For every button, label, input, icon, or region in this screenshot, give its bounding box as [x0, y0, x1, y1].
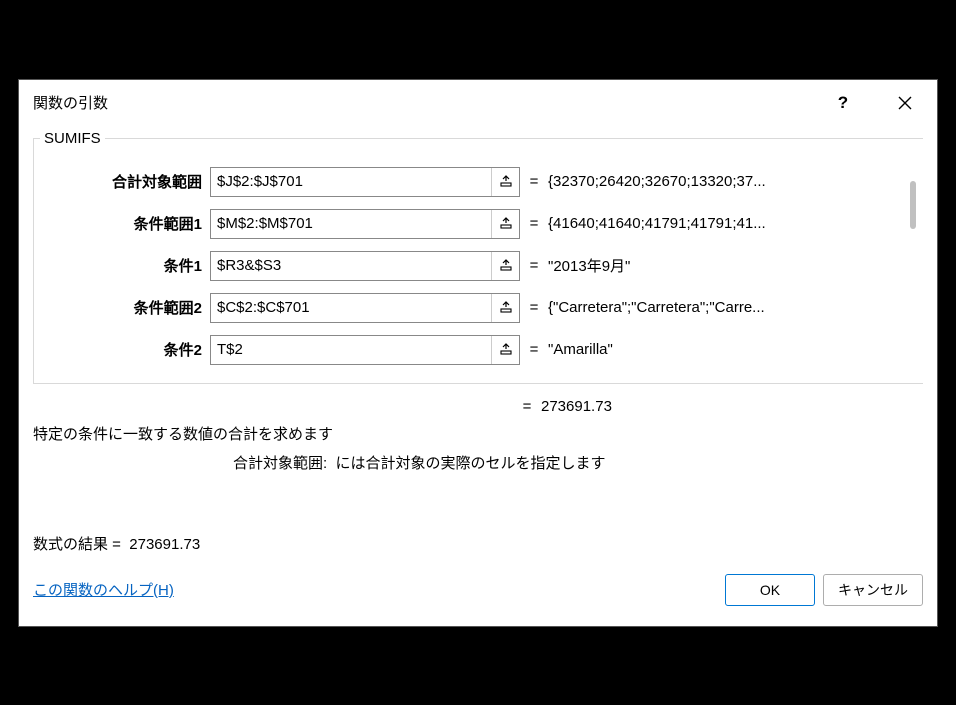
- collapse-dialog-button[interactable]: [491, 294, 519, 322]
- close-button[interactable]: [885, 88, 925, 118]
- criteria1-input[interactable]: [211, 252, 491, 280]
- spacer: [33, 398, 513, 415]
- scrollbar-thumb[interactable]: [910, 181, 916, 229]
- equals-sign: =: [520, 215, 548, 232]
- dialog-body: SUMIFS 合計対象範囲 = {32370;26420;32670;13320…: [19, 126, 937, 626]
- close-icon: [898, 96, 912, 110]
- equals-sign: =: [513, 398, 541, 415]
- arg-input-wrap: [210, 167, 520, 197]
- equals-sign: =: [520, 257, 548, 274]
- criteria-range1-input[interactable]: [211, 210, 491, 238]
- titlebar-buttons: ?: [823, 88, 925, 118]
- arg-row: 合計対象範囲 = {32370;26420;32670;13320;37...: [40, 167, 917, 197]
- overall-result-row: = 273691.73: [33, 398, 923, 415]
- footer-buttons: OK キャンセル: [725, 574, 923, 606]
- collapse-dialog-button[interactable]: [491, 336, 519, 364]
- arg-row: 条件範囲2 = {"Carretera";"Carretera";"Carre.…: [40, 293, 917, 323]
- arg-label: 条件1: [40, 255, 210, 276]
- cancel-button[interactable]: キャンセル: [823, 574, 923, 606]
- function-name: SUMIFS: [40, 130, 105, 147]
- help-button[interactable]: ?: [823, 88, 863, 118]
- criteria2-input[interactable]: [211, 336, 491, 364]
- arg-input-wrap: [210, 251, 520, 281]
- collapse-dialog-button[interactable]: [491, 252, 519, 280]
- function-help-link[interactable]: この関数のヘルプ(H): [33, 579, 174, 600]
- collapse-dialog-button[interactable]: [491, 168, 519, 196]
- dialog-title: 関数の引数: [33, 92, 108, 113]
- arg-label: 条件2: [40, 339, 210, 360]
- sum-range-input[interactable]: [211, 168, 491, 196]
- arg-input-wrap: [210, 335, 520, 365]
- overall-result: 273691.73: [541, 398, 923, 415]
- collapse-icon: [499, 175, 513, 189]
- arg-desc-label: 合計対象範囲:: [233, 455, 327, 472]
- titlebar: 関数の引数 ?: [19, 80, 937, 126]
- collapse-icon: [499, 259, 513, 273]
- function-arguments-dialog: 関数の引数 ? SUMIFS 合計対象範囲 = {32370;26420;326…: [18, 79, 938, 627]
- function-fieldset: SUMIFS 合計対象範囲 = {32370;26420;32670;13320…: [33, 130, 923, 384]
- arg-input-wrap: [210, 293, 520, 323]
- ok-button[interactable]: OK: [725, 574, 815, 606]
- arg-preview: "2013年9月": [548, 255, 917, 276]
- arg-label: 条件範囲2: [40, 297, 210, 318]
- arg-preview: {"Carretera";"Carretera";"Carre...: [548, 299, 917, 316]
- collapse-dialog-button[interactable]: [491, 210, 519, 238]
- collapse-icon: [499, 301, 513, 315]
- collapse-icon: [499, 343, 513, 357]
- args-scrollbar[interactable]: [905, 163, 919, 367]
- arg-row: 条件範囲1 = {41640;41640;41791;41791;41...: [40, 209, 917, 239]
- criteria-range2-input[interactable]: [211, 294, 491, 322]
- argument-description: 合計対象範囲: には合計対象の実際のセルを指定します: [33, 452, 923, 473]
- formula-result-label: 数式の結果 =: [33, 536, 125, 553]
- arg-preview: "Amarilla": [548, 341, 917, 358]
- arg-input-wrap: [210, 209, 520, 239]
- formula-result: 数式の結果 = 273691.73: [33, 533, 923, 554]
- equals-sign: =: [520, 173, 548, 190]
- arg-preview: {41640;41640;41791;41791;41...: [548, 215, 917, 232]
- equals-sign: =: [520, 299, 548, 316]
- arg-label: 条件範囲1: [40, 213, 210, 234]
- arg-row: 条件2 = "Amarilla": [40, 335, 917, 365]
- equals-sign: =: [520, 341, 548, 358]
- arg-row: 条件1 = "2013年9月": [40, 251, 917, 281]
- formula-result-value: 273691.73: [129, 536, 200, 553]
- collapse-icon: [499, 217, 513, 231]
- dialog-footer: この関数のヘルプ(H) OK キャンセル: [33, 574, 923, 616]
- arg-desc-text: には合計対象の実際のセルを指定します: [336, 455, 606, 472]
- function-description: 特定の条件に一致する数値の合計を求めます: [33, 423, 923, 444]
- arg-label: 合計対象範囲: [40, 171, 210, 192]
- arg-preview: {32370;26420;32670;13320;37...: [548, 173, 917, 190]
